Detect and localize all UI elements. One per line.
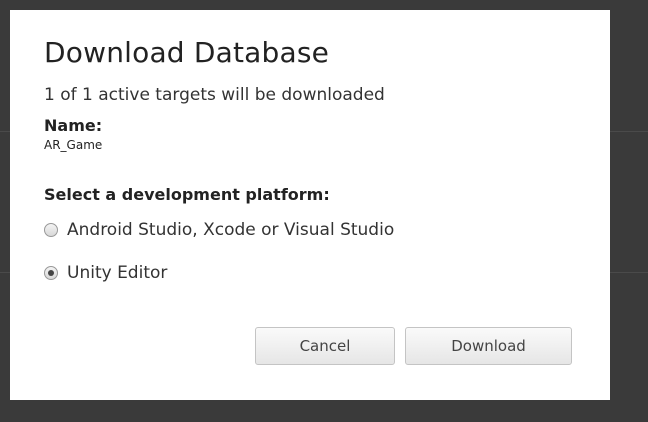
platform-option-native[interactable]: Android Studio, Xcode or Visual Studio xyxy=(44,220,394,240)
platform-option-label: Android Studio, Xcode or Visual Studio xyxy=(67,220,395,240)
platform-option-label: Unity Editor xyxy=(67,263,168,283)
cancel-button[interactable]: Cancel xyxy=(255,327,395,365)
platform-option-unity[interactable]: Unity Editor xyxy=(44,263,167,283)
platform-label: Select a development platform: xyxy=(44,185,330,204)
database-name-value: AR_Game xyxy=(44,138,103,152)
download-button[interactable]: Download xyxy=(405,327,572,365)
name-label: Name: xyxy=(44,116,103,135)
dialog-title: Download Database xyxy=(44,36,330,69)
targets-summary: 1 of 1 active targets will be downloaded xyxy=(44,85,385,105)
radio-button-native[interactable] xyxy=(44,223,58,237)
radio-button-unity[interactable] xyxy=(44,266,58,280)
download-database-dialog: Download Database 1 of 1 active targets … xyxy=(10,10,610,400)
